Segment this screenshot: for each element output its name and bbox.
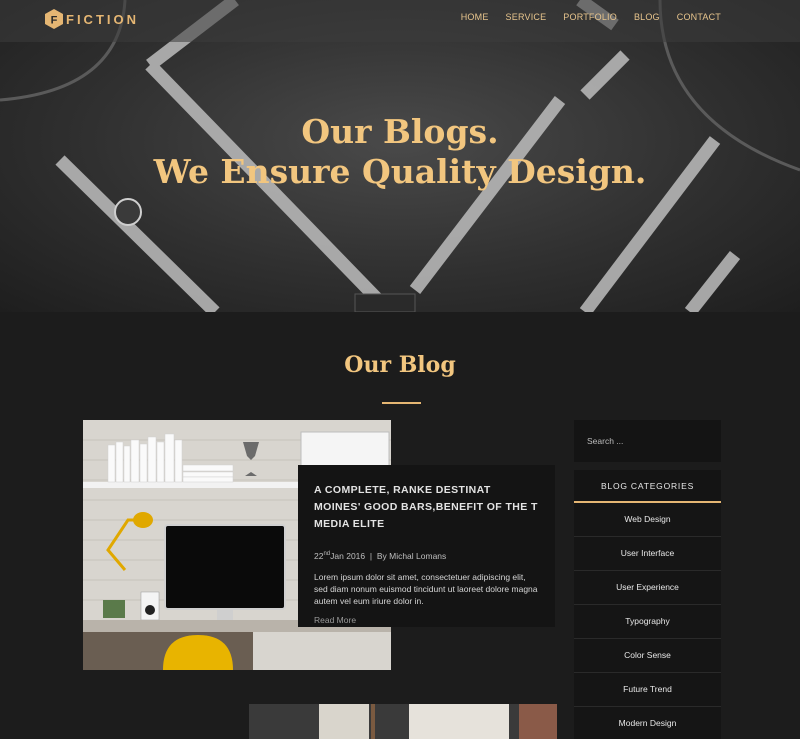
- hero-heading-line2: We Ensure Quality Design.: [153, 152, 647, 191]
- logo[interactable]: F FICTION: [44, 8, 139, 30]
- nav-portfolio-link[interactable]: PORTFOLIO: [563, 12, 617, 22]
- blog-categories-title: BLOG CATEGORIES: [574, 470, 721, 503]
- section-title: Our Blog: [344, 352, 456, 378]
- nav-home-link[interactable]: HOME: [461, 12, 489, 22]
- hero-heading: Our Blogs. We Ensure Quality Design.: [0, 112, 800, 192]
- category-typography[interactable]: Typography: [574, 605, 721, 639]
- blog-categories-widget: BLOG CATEGORIES Web Design User Interfac…: [574, 470, 721, 739]
- svg-text:F: F: [51, 15, 58, 27]
- category-color-sense[interactable]: Color Sense: [574, 639, 721, 673]
- brand-name: FICTION: [66, 11, 139, 27]
- search-input[interactable]: [574, 420, 721, 462]
- hero-banner: F FICTION HOME SERVICE PORTFOLIO BLOG CO…: [0, 0, 800, 312]
- category-web-design[interactable]: Web Design: [574, 503, 721, 537]
- room-window-illustration: [249, 704, 557, 739]
- section-title-divider: [382, 402, 421, 404]
- hero-heading-line1: Our Blogs.: [301, 112, 499, 151]
- top-navbar: F FICTION HOME SERVICE PORTFOLIO BLOG CO…: [0, 0, 800, 42]
- hexagon-logo-icon: F: [45, 9, 63, 29]
- blog-post-card: A COMPLETE, RANKE DESTINAT MOINES' GOOD …: [298, 465, 555, 627]
- nav-contact-link[interactable]: CONTACT: [677, 12, 721, 22]
- category-user-interface[interactable]: User Interface: [574, 537, 721, 571]
- post-author: By Michal Lomans: [376, 551, 447, 561]
- meta-separator: |: [369, 551, 373, 561]
- blog-post-title[interactable]: A COMPLETE, RANKE DESTINAT MOINES' GOOD …: [314, 482, 539, 533]
- category-modern-design[interactable]: Modern Design: [574, 707, 721, 739]
- blog-post-meta: 22ndJan 2016 | By Michal Lomans: [314, 551, 539, 561]
- blog-post-excerpt: Lorem ipsum dolor sit amet, consectetuer…: [314, 572, 538, 606]
- category-future-trend[interactable]: Future Trend: [574, 673, 721, 707]
- nav-service-link[interactable]: SERVICE: [506, 12, 547, 22]
- post-date-rest: Jan 2016: [330, 551, 366, 561]
- read-more-link[interactable]: Read More: [314, 615, 356, 625]
- category-user-experience[interactable]: User Experience: [574, 571, 721, 605]
- blog-post-image-2[interactable]: [249, 704, 557, 739]
- nav-blog-link[interactable]: BLOG: [634, 12, 660, 22]
- main-nav: HOME SERVICE PORTFOLIO BLOG CONTACT: [444, 12, 721, 22]
